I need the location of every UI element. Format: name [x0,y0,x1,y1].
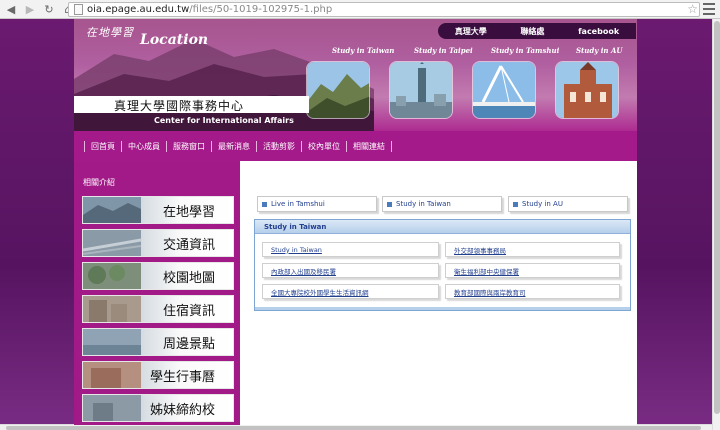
sidebar-item-calendar[interactable]: 學生行事曆 [82,361,234,389]
top-link-facebook[interactable]: facebook [578,27,619,36]
study-label-tamshui[interactable]: Study in Tamshui [491,46,559,55]
address-bar[interactable]: oia.epage.au.edu.tw/files/50-1019-102975… [68,2,700,17]
link-foreign-student-info[interactable]: 全國大專院校外國學生生活資訊網 [262,284,439,299]
browser-toolbar: ◀ ▶ ↻ ⌂ oia.epage.au.edu.tw/files/50-101… [0,0,720,19]
sidebar-item-label: 周邊景點 [162,336,215,352]
top-link-au[interactable]: 真理大學 [455,26,487,37]
bullet-icon [262,201,267,207]
sidebar-item-campus-map[interactable]: 校園地圖 [82,262,234,290]
sidebar-item-transport[interactable]: 交通資訊 [82,229,234,257]
nav-gallery[interactable]: 活動剪影 [256,140,301,152]
nav-home[interactable]: 回首頁 [84,140,121,152]
panel-title: Study in Taiwan [255,220,630,234]
nav-units[interactable]: 校內單位 [301,140,346,152]
reload-icon[interactable]: ↻ [41,1,57,17]
bullet-icon [513,201,518,207]
link-consular-affairs[interactable]: 外交部領事事務局 [445,242,620,257]
sidebar-item-attractions[interactable]: 周邊景點 [82,328,234,356]
vertical-scrollbar[interactable] [712,19,720,430]
sidebar-item-label: 學生行事曆 [149,369,215,385]
nav-news[interactable]: 最新消息 [211,140,256,152]
panel-footer [255,307,630,310]
link-international-education[interactable]: 教育部國際與兩岸教育司 [445,284,620,299]
sidebar-item-housing[interactable]: 住宿資訊 [82,295,234,323]
sidebar-item-label: 姊妹締約校 [149,402,215,418]
page-icon [74,4,83,15]
link-study-in-taiwan[interactable]: Study in Taiwan [262,242,439,257]
main-nav: 回首頁 中心成員 服務窗口 最新消息 活動剪影 校內單位 相關連結 [74,131,637,161]
sidebar-item-label: 住宿資訊 [162,303,215,319]
photo-au-building[interactable] [555,61,619,119]
tab-label: Live in Tamshui [271,200,325,208]
bullet-icon [387,201,392,207]
photo-tamshui-bridge[interactable] [472,61,536,119]
forward-icon[interactable]: ▶ [22,1,38,17]
tab-study-in-au[interactable]: Study in AU [508,196,628,212]
link-immigration-agency[interactable]: 內政部入出國及移民署 [262,263,439,278]
study-label-taipei[interactable]: Study in Taipei [414,46,473,55]
logo-script-text: 在地學習 [86,26,134,39]
sidebar-item-label: 在地學習 [162,204,215,220]
main-content: Live in Tamshui Study in Taiwan Study in… [240,161,637,425]
nav-members[interactable]: 中心成員 [121,140,166,152]
sidebar: 相關介紹 在地學習 交通資訊 校園地圖 住宿資訊 周邊景點 學生行事曆 姊妹締約… [74,161,240,425]
logo-location-text: Location [140,32,209,48]
header-banner: 在地學習 Location 真理大學 聯絡處 facebook Study in… [74,19,637,131]
nav-service[interactable]: 服務窗口 [166,140,211,152]
sidebar-title: 相關介紹 [83,178,115,187]
study-in-taiwan-panel: Study in Taiwan Study in Taiwan 外交部領事事務局… [254,219,631,311]
menu-icon[interactable] [703,3,715,15]
nav-links[interactable]: 相關連結 [346,140,392,152]
center-title-en: Center for International Affairs [154,116,294,125]
url-host: oia.epage.au.edu.tw [87,4,190,15]
tab-study-in-taiwan[interactable]: Study in Taiwan [382,196,502,212]
study-label-au[interactable]: Study in AU [576,46,623,55]
sidebar-item-label: 交通資訊 [162,237,215,253]
top-link-office[interactable]: 聯絡處 [520,26,544,37]
study-label-taiwan[interactable]: Study in Taiwan [332,46,394,55]
tab-live-in-tamshui[interactable]: Live in Tamshui [257,196,377,212]
center-title-cn: 真理大學國際事務中心 [114,99,245,113]
bookmark-star-icon[interactable]: ☆ [687,2,698,16]
link-health-insurance[interactable]: 衛生福利部中央健保署 [445,263,620,278]
site-container: 在地學習 Location 真理大學 聯絡處 facebook Study in… [74,19,637,425]
url-path: /files/50-1019-102975-1.php [189,4,333,15]
photo-taiwan-mountain[interactable] [306,61,370,119]
sidebar-item-sister-schools[interactable]: 姊妹締約校 [82,394,234,422]
tab-label: Study in AU [522,200,563,208]
back-icon[interactable]: ◀ [3,1,19,17]
sidebar-item-local-study[interactable]: 在地學習 [82,196,234,224]
photo-taipei-101[interactable] [389,61,453,119]
top-links-bar: 真理大學 聯絡處 facebook [438,23,636,39]
tab-label: Study in Taiwan [396,200,451,208]
sidebar-item-label: 校園地圖 [162,270,215,286]
